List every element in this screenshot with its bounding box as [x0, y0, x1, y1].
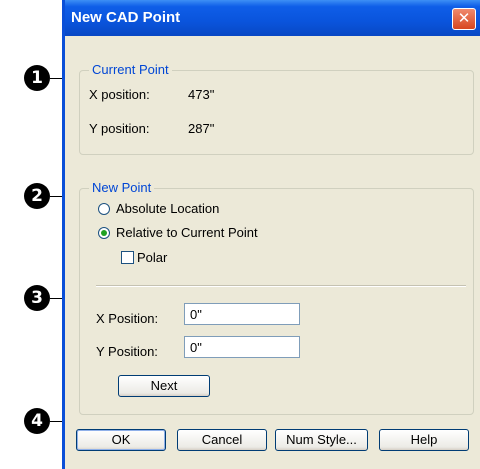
help-button[interactable]: Help: [379, 429, 469, 451]
current-point-legend: Current Point: [89, 62, 172, 77]
current-point-group: Current Point X position: 473" Y positio…: [79, 62, 474, 155]
y-position-readout-value: 287": [188, 121, 215, 136]
close-icon: ✕: [457, 9, 471, 27]
absolute-location-radio[interactable]: [98, 203, 110, 215]
callout-2: 2: [24, 183, 50, 209]
new-point-legend: New Point: [89, 180, 155, 195]
y-position-input[interactable]: [184, 336, 300, 358]
ok-button[interactable]: OK: [76, 429, 166, 451]
relative-to-current-point-radio[interactable]: [98, 227, 110, 239]
callout-4: 4: [24, 408, 50, 434]
polar-checkbox[interactable]: [121, 251, 134, 264]
x-position-label: X Position:: [96, 311, 159, 326]
cancel-button[interactable]: Cancel: [177, 429, 267, 451]
new-cad-point-dialog: New CAD Point ✕ Current Point X position…: [62, 0, 480, 469]
y-position-label: Y Position:: [96, 344, 158, 359]
next-button[interactable]: Next: [118, 375, 210, 397]
callout-1: 1: [24, 65, 50, 91]
x-position-readout-label: X position:: [89, 87, 150, 102]
num-style-button[interactable]: Num Style...: [275, 429, 368, 451]
x-position-readout-value: 473": [188, 87, 215, 102]
title-bar[interactable]: New CAD Point ✕: [65, 0, 480, 36]
polar-label[interactable]: Polar: [137, 250, 167, 265]
new-point-group: New Point Absolute Location Relative to …: [79, 180, 474, 415]
radio-selected-dot: [101, 230, 107, 236]
relative-to-current-point-label[interactable]: Relative to Current Point: [116, 225, 258, 240]
absolute-location-label[interactable]: Absolute Location: [116, 201, 219, 216]
y-position-readout-label: Y position:: [89, 121, 150, 136]
x-position-input[interactable]: [184, 303, 300, 325]
dialog-title: New CAD Point: [71, 9, 181, 26]
close-button[interactable]: ✕: [452, 8, 476, 30]
callout-3: 3: [24, 285, 50, 311]
separator-line: [96, 285, 466, 287]
